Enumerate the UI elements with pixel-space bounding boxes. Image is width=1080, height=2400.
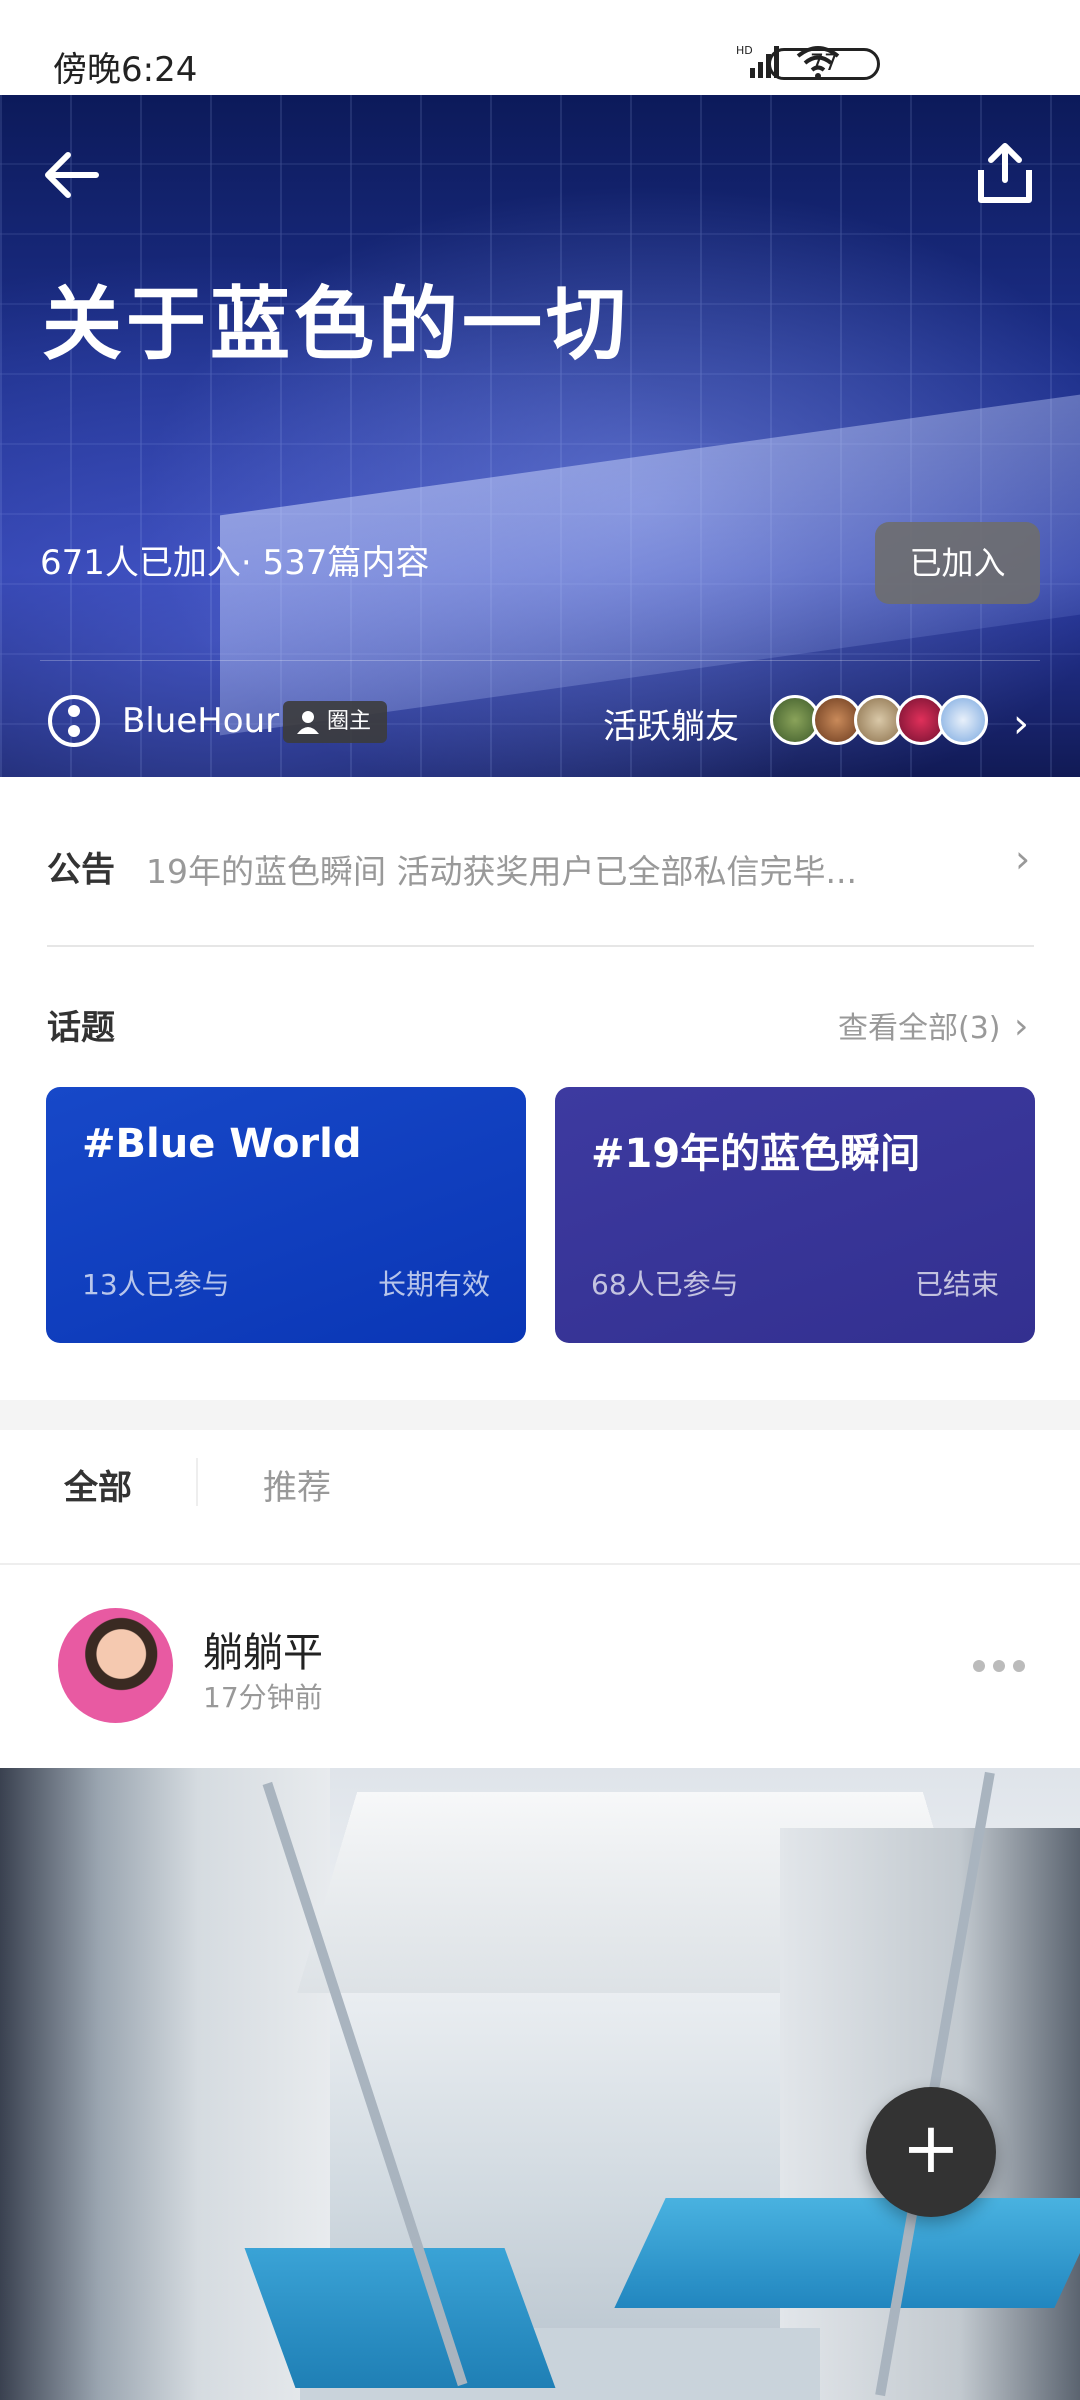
status-time: 傍晚6:24 [53,50,198,90]
active-members-label[interactable]: 活跃躺友 [603,699,739,748]
joined-button[interactable]: 已加入 [875,522,1040,604]
topic-participants: 68人已参与 [591,1268,739,1301]
active-members-avatars[interactable] [770,695,988,745]
circle-title: 关于蓝色的一切 [42,278,630,371]
post-image[interactable] [0,1768,1080,2400]
owner-avatar-icon[interactable] [48,695,100,747]
tab-all[interactable]: 全部 [64,1460,132,1509]
chevron-right-icon[interactable]: › [1013,701,1029,747]
back-button[interactable] [42,145,102,205]
image-detail [244,2248,556,2388]
hero-divider [40,660,1040,661]
network-type-label: HD [736,44,753,57]
tab-separator [196,1458,198,1506]
person-icon [297,711,319,734]
topic-title: #Blue World [82,1121,362,1167]
image-detail [614,2198,1080,2308]
topics-section-title: 话题 [47,1008,115,1048]
topic-card-blue-world[interactable]: #Blue World 13人已参与 长期有效 [46,1087,526,1343]
chevron-right-icon: › [1015,837,1031,881]
post-author-name[interactable]: 躺躺平 [203,1620,323,1678]
chevron-right-icon: › [1014,1006,1029,1047]
view-all-topics-link[interactable]: 查看全部(3) › [838,1003,1028,1047]
post-timestamp: 17分钟前 [203,1681,323,1714]
battery-indicator: 77 [768,48,880,80]
more-options-icon[interactable] [973,1660,1025,1672]
owner-badge: 圈主 [283,701,388,743]
view-all-label: 查看全部(3) [838,1011,1001,1046]
topic-participants: 13人已参与 [82,1268,230,1301]
circle-stats: 671人已加入· 537篇内容 [40,543,430,583]
section-divider [0,1400,1080,1430]
announcement-row[interactable]: 公告 19年的蓝色瞬间 活动获奖用户已全部私信完毕... › [0,777,1080,947]
avatar [938,695,988,745]
back-arrow-icon [45,152,99,198]
owner-name[interactable]: BlueHour [122,701,279,741]
topic-card-blue-moment[interactable]: #19年的蓝色瞬间 68人已参与 已结束 [555,1087,1035,1343]
feed-tabs: 全部 推荐 [0,1430,1080,1565]
topic-status: 长期有效 [377,1268,490,1301]
topic-status: 已结束 [914,1268,999,1301]
topic-title: #19年的蓝色瞬间 [591,1131,921,1177]
tab-recommended[interactable]: 推荐 [263,1460,331,1509]
divider [47,945,1034,947]
create-post-button[interactable]: + [866,2087,996,2217]
post-author-avatar[interactable] [58,1608,173,1723]
announcement-label: 公告 [47,850,115,890]
share-button[interactable] [975,140,1035,206]
share-upload-icon [978,143,1032,203]
owner-badge-label: 圈主 [327,709,372,734]
announcement-text: 19年的蓝色瞬间 活动获奖用户已全部私信完毕... [146,852,857,891]
status-bar: 傍晚6:24 HD 77 [0,0,1080,95]
circle-hero-header: 关于蓝色的一切 671人已加入· 537篇内容 已加入 BlueHour 圈主 … [0,95,1080,777]
